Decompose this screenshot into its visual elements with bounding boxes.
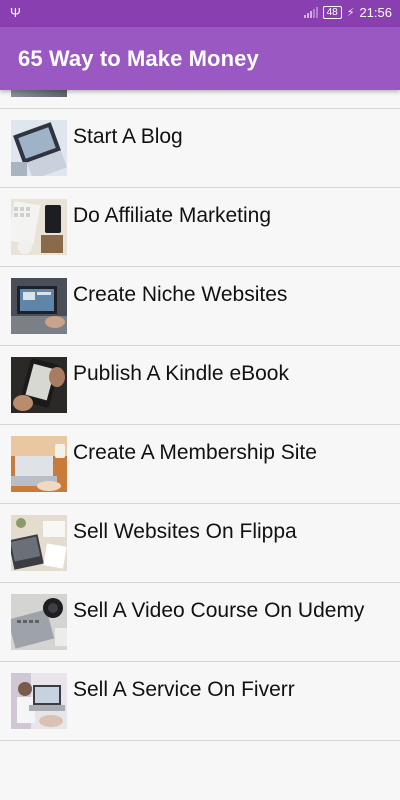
status-time: 21:56 (359, 5, 392, 20)
charging-icon: ⚡ (346, 7, 355, 19)
laptop-typing-image (11, 278, 67, 334)
list-item[interactable]: Sell A Video Course On Udemy (0, 583, 400, 662)
list-item[interactable]: Sell Websites On Flippa (0, 504, 400, 583)
list-item[interactable]: Do Affiliate Marketing (0, 188, 400, 267)
signal-icon (303, 7, 318, 18)
status-bar: Ψ 48 ⚡ 21:56 (0, 0, 400, 27)
list-item-partial[interactable] (0, 90, 400, 109)
person-laptop-image (11, 673, 67, 729)
keyboard-phone-image (11, 199, 67, 255)
list-item-label: Do Affiliate Marketing (73, 204, 272, 227)
list-item-label: Sell Websites On Flippa (73, 520, 297, 543)
ereader-image (11, 357, 67, 413)
list-item-label: Create A Membership Site (73, 441, 317, 464)
usb-icon: Ψ (10, 5, 21, 20)
list-item-label: Publish A Kindle eBook (73, 362, 289, 385)
app-bar: 65 Way to Make Money (0, 27, 400, 90)
laptop-camera-image (11, 594, 67, 650)
list-item-label: Sell A Video Course On Udemy (73, 599, 365, 622)
money-ideas-list[interactable]: Start A Blog Do Affiliate Marketing Crea… (0, 90, 400, 800)
list-item-label: Create Niche Websites (73, 283, 288, 306)
battery-icon: 48 (322, 6, 342, 19)
list-item[interactable]: Publish A Kindle eBook (0, 346, 400, 425)
app-title: 65 Way to Make Money (18, 46, 259, 71)
laptop-coffee-image (11, 436, 67, 492)
desk-workspace-image (11, 515, 67, 571)
list-item[interactable]: Create Niche Websites (0, 267, 400, 346)
list-item[interactable]: Create A Membership Site (0, 425, 400, 504)
status-indicators: 48 ⚡ 21:56 (303, 5, 392, 20)
list-item-label: Sell A Service On Fiverr (73, 678, 295, 701)
list-item-label: Start A Blog (73, 125, 183, 148)
thumbnail-image (11, 90, 67, 97)
list-item[interactable]: Start A Blog (0, 109, 400, 188)
list-item[interactable]: Sell A Service On Fiverr (0, 662, 400, 741)
laptop-desk-image (11, 120, 67, 176)
